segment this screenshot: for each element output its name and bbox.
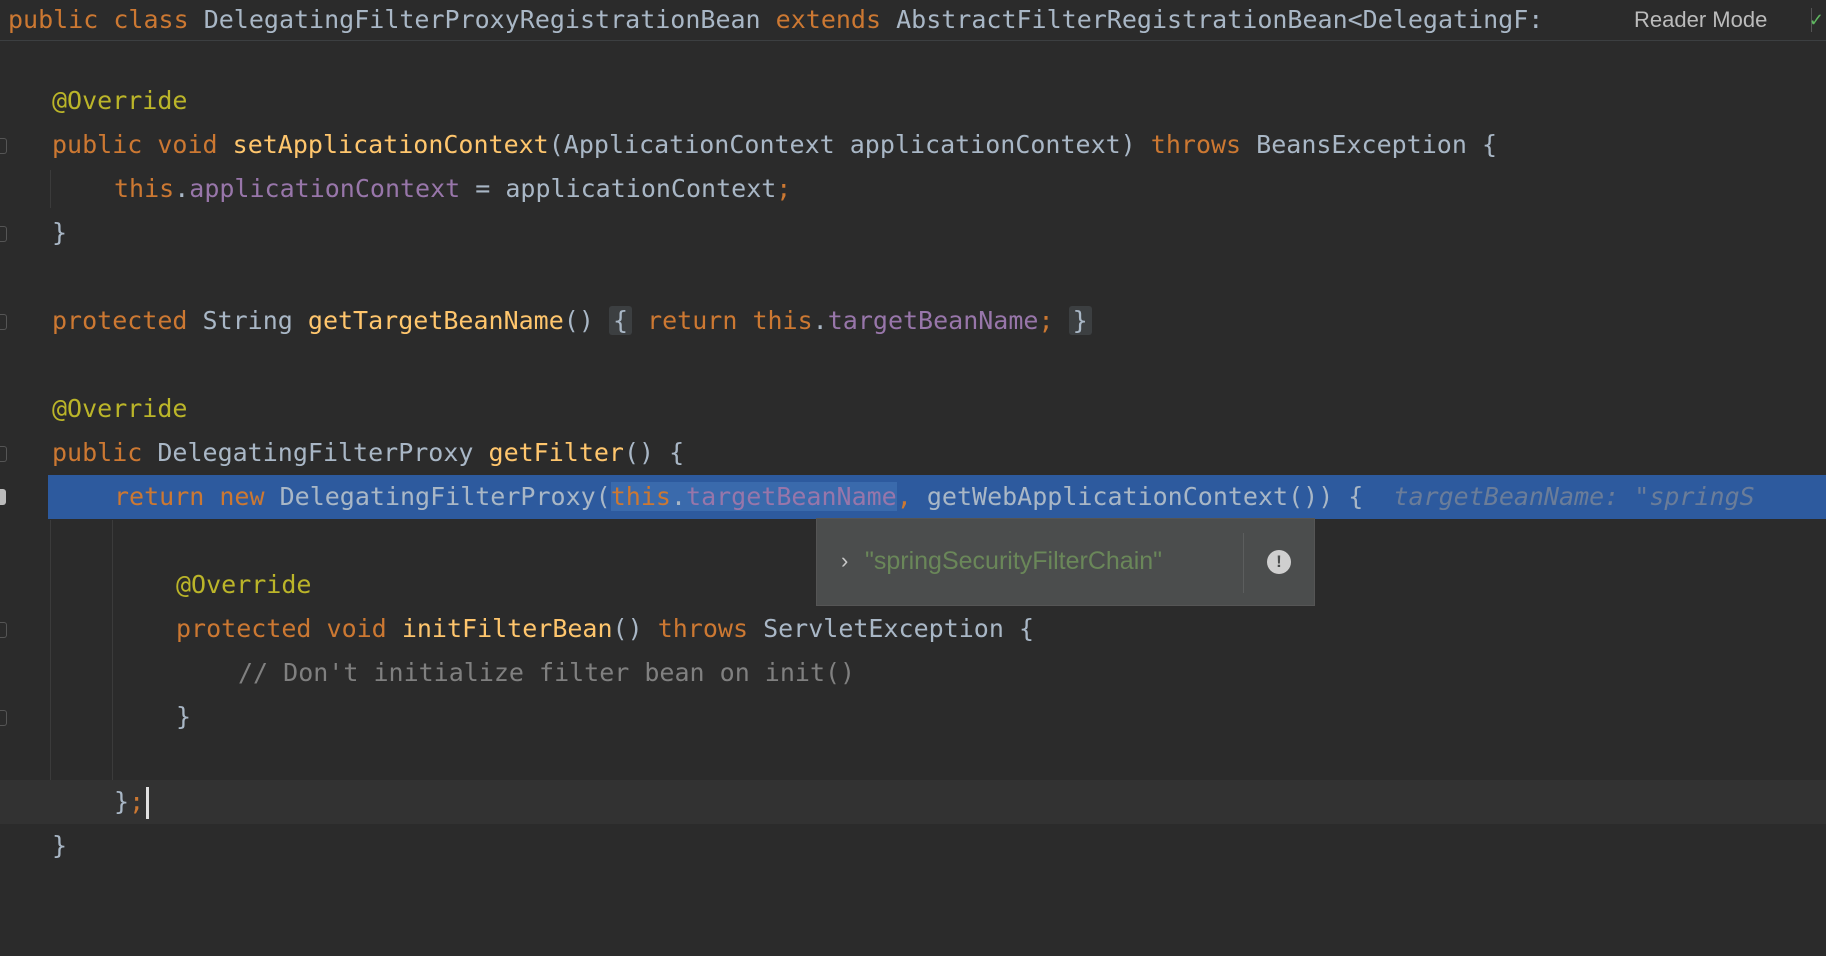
keyword: public: [52, 130, 143, 159]
code-line[interactable]: }: [0, 824, 1826, 868]
annotation: @Override: [52, 86, 188, 115]
annotation: @Override: [52, 394, 188, 423]
folded-brace[interactable]: }: [1068, 306, 1092, 335]
parens: (): [563, 306, 594, 335]
type-name: DelegatingFilterProxy: [157, 438, 474, 467]
brace: }: [176, 702, 192, 731]
code-line[interactable]: @Override: [0, 79, 1826, 123]
keyword: throws: [657, 614, 749, 643]
annotation: @Override: [176, 570, 312, 599]
selected-expression[interactable]: this.targetBeanName: [610, 482, 897, 511]
reader-mode-button[interactable]: Reader Mode ✓: [1598, 0, 1826, 40]
keyword: void: [326, 614, 387, 643]
semicolon: ;: [129, 787, 145, 816]
semicolon: ;: [1038, 306, 1054, 335]
info-icon[interactable]: !: [1267, 550, 1291, 574]
parens: (): [612, 614, 643, 643]
dot: .: [812, 306, 828, 335]
code-line[interactable]: // Don't initialize filter bean on init(…: [0, 651, 1826, 695]
execution-point-line[interactable]: return new DelegatingFilterProxy(this.ta…: [48, 475, 1826, 519]
code-editor[interactable]: public class DelegatingFilterProxyRegist…: [0, 0, 1826, 868]
code-line[interactable]: }: [0, 211, 1826, 255]
method-name: setApplicationContext: [232, 130, 549, 159]
semicolon: ;: [776, 174, 792, 203]
popup-divider: [1243, 533, 1244, 593]
popup-value: "springSecurityFilterChain": [865, 547, 1163, 575]
brace: }: [52, 218, 68, 247]
keyword: public: [8, 5, 99, 34]
keyword: new: [219, 482, 265, 511]
dot: .: [174, 174, 190, 203]
breakpoint-arrow-icon[interactable]: [0, 489, 6, 505]
code-line[interactable]: public void setApplicationContext(Applic…: [0, 123, 1826, 167]
type-name: String: [202, 306, 293, 335]
class-name: DelegatingFilterProxyRegistrationBean: [203, 5, 761, 34]
keyword: class: [113, 5, 189, 34]
code-line[interactable]: @Override: [0, 387, 1826, 431]
field-name: targetBeanName: [827, 306, 1039, 335]
constructor-call: DelegatingFilterProxy(: [279, 482, 611, 511]
brace: }: [52, 831, 68, 860]
keyword: public: [52, 438, 143, 467]
text-caret: [146, 787, 150, 819]
keyword: this: [752, 306, 813, 335]
caret-line[interactable]: };: [0, 780, 1826, 824]
debug-value-popup[interactable]: › "springSecurityFilterChain" !: [816, 518, 1315, 606]
method-name: getFilter: [488, 438, 624, 467]
exception-type: ServletException {: [763, 614, 1035, 643]
keyword: protected: [176, 614, 312, 643]
check-icon: ✓: [1808, 10, 1824, 30]
method-name: getTargetBeanName: [307, 306, 564, 335]
comment: // Don't initialize filter bean on init(…: [238, 658, 856, 687]
parameters: (ApplicationContext applicationContext): [548, 130, 1136, 159]
code-line[interactable]: public DelegatingFilterProxy getFilter()…: [0, 431, 1826, 475]
code-line[interactable]: protected void initFilterBean() throws S…: [0, 607, 1826, 651]
code-line[interactable]: this.applicationContext = applicationCon…: [0, 167, 1826, 211]
inline-debug-hint: targetBeanName: "springS: [1393, 482, 1755, 511]
keyword: return: [114, 482, 205, 511]
dot: .: [670, 482, 687, 511]
reader-mode-label: Reader Mode: [1634, 7, 1768, 32]
keyword: throws: [1150, 130, 1242, 159]
method-call: getWebApplicationContext()) {: [926, 482, 1364, 511]
method-name: initFilterBean: [401, 614, 613, 643]
field-name: applicationContext: [189, 174, 461, 203]
keyword: protected: [52, 306, 188, 335]
expand-chevron-icon[interactable]: ›: [841, 548, 848, 574]
comma: ,: [896, 482, 912, 511]
keyword: void: [157, 130, 218, 159]
keyword: return: [647, 306, 738, 335]
superclass-name: AbstractFilterRegistrationBean<Delegatin…: [896, 5, 1544, 34]
field-name: targetBeanName: [686, 482, 897, 511]
folded-brace[interactable]: {: [608, 306, 633, 335]
brace: }: [114, 787, 130, 816]
exception-type: BeansException {: [1256, 130, 1497, 159]
code-line[interactable]: }: [0, 695, 1826, 739]
keyword: this: [114, 174, 175, 203]
keyword: this: [610, 482, 671, 511]
keyword: extends: [775, 5, 882, 34]
sticky-header-line[interactable]: public class DelegatingFilterProxyRegist…: [0, 0, 1826, 41]
parens: () {: [623, 438, 685, 467]
assignment: = applicationContext: [460, 174, 777, 203]
code-line[interactable]: protected String getTargetBeanName() { r…: [0, 299, 1826, 343]
